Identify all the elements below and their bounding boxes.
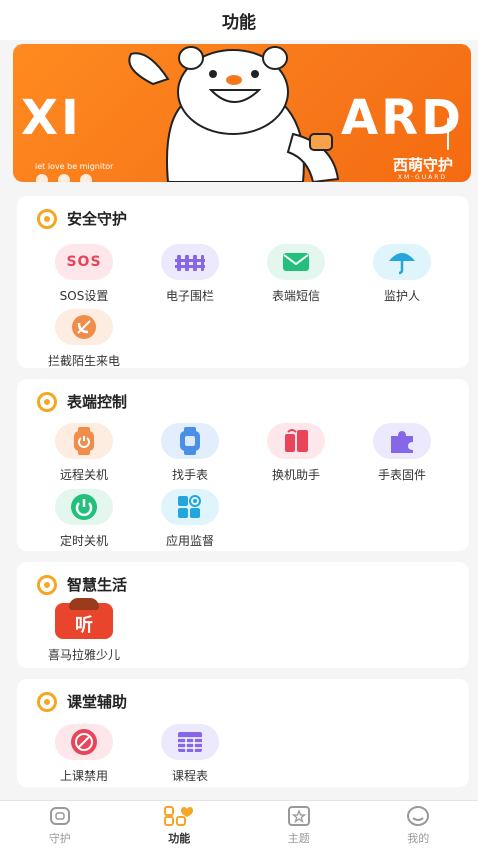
ximalaya-kids-button[interactable]: 听 喜马拉雅少儿 [34,598,134,663]
item-label: 远程关机 [59,468,108,482]
item-label: 监护人 [383,289,420,303]
target-icon [37,691,57,712]
tab-profile[interactable]: 我的 [359,801,478,850]
device-switch-button[interactable]: 换机助手 [246,423,346,483]
class-disable-icon [55,724,113,760]
timetable-button[interactable]: 课程表 [140,724,240,784]
watch-sms-button[interactable]: 表端短信 [246,244,346,304]
puzzle-icon [373,423,431,459]
watch-firmware-button[interactable]: 手表固件 [352,423,452,483]
item-label: 手表固件 [377,468,426,482]
umbrella-icon [373,244,431,280]
find-watch-icon [161,423,219,459]
banner-big-text-left: XI [21,90,82,146]
bear-mascot-image [128,46,340,182]
item-label: 找手表 [171,468,208,482]
profile-tab-icon [406,805,430,827]
remote-shutdown-button[interactable]: 远程关机 [34,423,134,483]
item-label: 拦截陌生来电 [47,354,120,368]
theme-tab-icon [287,805,311,827]
promo-banner[interactable]: XI ARD let love be mignitor 西萌守护 XM·GUAR… [13,44,471,182]
guardian-button[interactable]: 监护人 [352,244,452,304]
banner-divider [447,118,449,150]
section-safety: 安全守护 SOS SOS设置 电子围栏 表端短信 监护人 拦截陌生来电 [17,196,469,368]
item-label: SOS设置 [59,289,109,303]
grid-heart-tab-icon [163,805,195,827]
section-title: 智慧生活 [67,576,128,594]
section-watch-control: 表端控制 远程关机 找手表 换机助手 手表固件 定时关机 应用监督 [17,379,469,551]
geofence-button[interactable]: 电子围栏 [140,244,240,304]
item-label: 上课禁用 [59,769,108,783]
class-disable-button[interactable]: 上课禁用 [34,724,134,784]
tab-features[interactable]: 功能 [120,801,240,850]
banner-big-text-right: ARD [341,90,464,146]
bottom-tab-bar: 守护 功能 主题 我的 [0,800,478,850]
target-icon [37,574,57,595]
section-class-assist: 课堂辅助 上课禁用 课程表 [17,679,469,787]
banner-brand-sub: XM·GUARD [397,174,447,181]
item-label: 换机助手 [271,468,320,482]
block-stranger-call-button[interactable]: 拦截陌生来电 [34,309,134,369]
message-icon [267,244,325,280]
tab-label: 守护 [48,832,71,845]
sos-settings-button[interactable]: SOS SOS设置 [34,244,134,304]
tab-label: 主题 [287,832,310,845]
ximalaya-glyph: 听 [75,615,93,636]
tab-label: 功能 [168,832,191,845]
target-icon [37,208,57,229]
apps-icon [161,489,219,525]
target-icon [37,391,57,412]
item-label: 喜马拉雅少儿 [47,648,120,662]
power-icon [55,489,113,525]
scheduled-shutdown-button[interactable]: 定时关机 [34,489,134,549]
section-title: 安全守护 [67,210,128,228]
item-label: 定时关机 [59,534,108,548]
mini-bears-icon [36,174,92,182]
watch-tab-icon [48,805,72,827]
banner-brand: 西萌守护 [392,156,453,174]
timetable-icon [161,724,219,760]
item-label: 应用监督 [165,534,214,548]
find-watch-button[interactable]: 找手表 [140,423,240,483]
section-header: 智慧生活 [37,574,127,595]
section-header: 安全守护 [37,208,127,229]
section-header: 表端控制 [37,391,127,412]
fence-icon [161,244,219,280]
tab-guard[interactable]: 守护 [0,801,120,850]
watch-power-icon [55,423,113,459]
tab-label: 我的 [407,832,430,845]
sos-icon: SOS [55,244,113,280]
ximalaya-kids-icon: 听 [55,598,113,639]
switch-device-icon [267,423,325,459]
banner-tagline: let love be mignitor [35,162,114,171]
section-smart-life: 智慧生活 听 喜马拉雅少儿 [17,562,469,668]
top-bar: 功能 [0,0,478,40]
item-label: 表端短信 [271,289,320,303]
item-label: 课程表 [171,769,208,783]
app-supervision-button[interactable]: 应用监督 [140,489,240,549]
section-title: 课堂辅助 [67,693,128,711]
item-label: 电子围栏 [165,289,214,303]
section-title: 表端控制 [67,393,128,411]
block-call-icon [55,309,113,345]
page-title: 功能 [222,12,256,33]
section-header: 课堂辅助 [37,691,127,712]
tab-theme[interactable]: 主题 [239,801,359,850]
